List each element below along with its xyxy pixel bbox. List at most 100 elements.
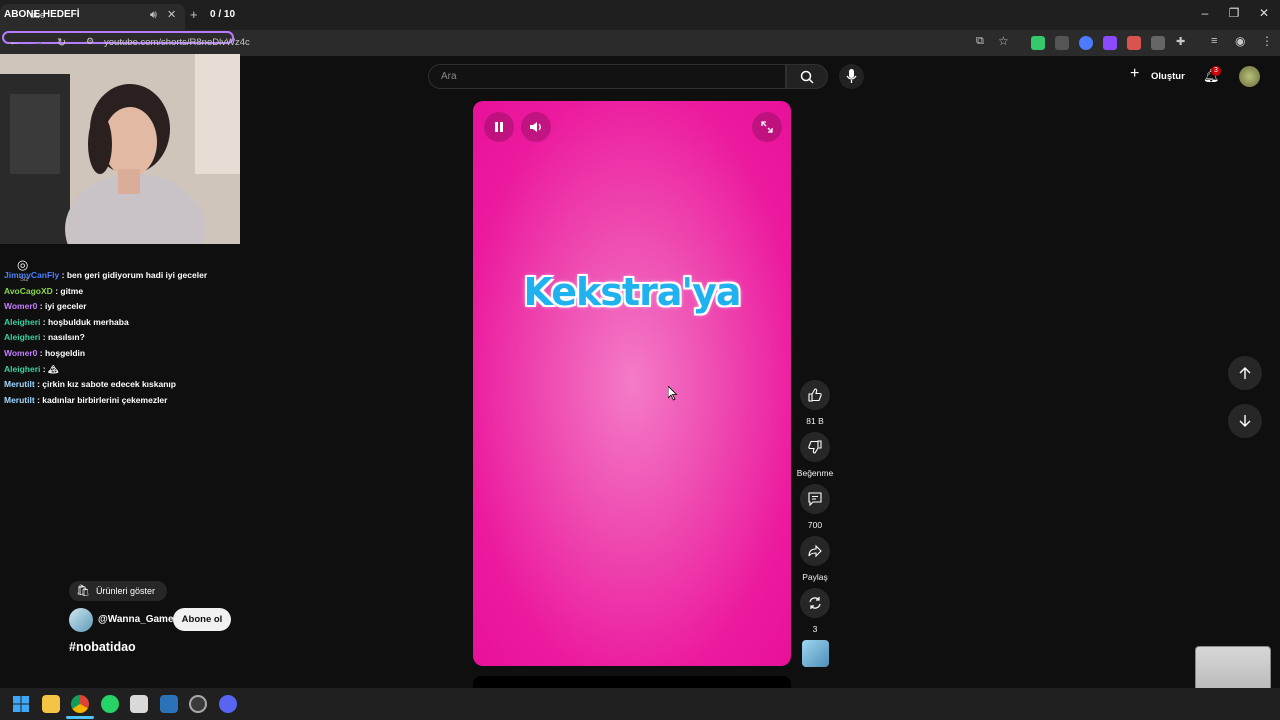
remix-count: 3 bbox=[812, 624, 818, 634]
chat-text: : kadınlar birbirlerini çekemezler bbox=[37, 395, 168, 405]
create-button[interactable]: + Oluştur bbox=[1130, 65, 1186, 87]
chat-text: : 🏔 bbox=[42, 364, 59, 374]
volume-button[interactable] bbox=[521, 112, 551, 142]
url-text[interactable]: youtube.com/shorts/R8neDlvWz4c bbox=[104, 37, 250, 48]
chat-username: Womer0 bbox=[4, 348, 38, 358]
minimize-button[interactable]: – bbox=[1190, 6, 1220, 20]
chat-message: Aleigheri : 🏔 bbox=[4, 364, 59, 375]
volume-icon bbox=[530, 122, 541, 132]
subscribe-button[interactable]: Abone ol bbox=[173, 608, 231, 631]
fullscreen-button[interactable] bbox=[752, 112, 782, 142]
bookmark-star-icon[interactable]: ☆ bbox=[998, 34, 1009, 48]
obs-icon[interactable] bbox=[189, 695, 207, 713]
pause-button[interactable] bbox=[484, 112, 514, 142]
chat-message: Merutilt : çirkin kız sabote edecek kısk… bbox=[4, 379, 176, 389]
remix-button[interactable] bbox=[800, 588, 830, 618]
chat-username: Womer0 bbox=[4, 301, 38, 311]
chat-text: : ben geri gidiyorum hadi iyi geceler bbox=[61, 270, 208, 280]
tab-audio-icon[interactable]: 🔊︎ bbox=[150, 9, 157, 22]
like-button[interactable] bbox=[800, 380, 830, 410]
profile-icon[interactable]: ◉ bbox=[1235, 34, 1245, 48]
extension-2-icon[interactable] bbox=[1055, 36, 1069, 50]
comment-icon bbox=[808, 492, 822, 506]
extensions-puzzle-icon[interactable]: ✚ bbox=[1176, 35, 1185, 48]
chat-message: Aleigheri : hoşbulduk merhaba bbox=[4, 317, 129, 327]
extension-3-icon[interactable] bbox=[1079, 36, 1093, 50]
expand-icon bbox=[761, 121, 773, 133]
subscriber-goal-count: 0 / 10 bbox=[210, 9, 236, 20]
shorts-video-player[interactable]: Kekstra'ya bbox=[473, 101, 791, 666]
subscriber-goal-label: ABONE HEDEFİ bbox=[4, 9, 80, 20]
chat-message: Merutilt : kadınlar birbirlerini çekemez… bbox=[4, 395, 167, 405]
chat-username: Merutilt bbox=[4, 379, 35, 389]
forward-icon[interactable]: → bbox=[33, 36, 44, 48]
show-products-button[interactable]: 🛍︎ Ürünleri göster bbox=[69, 581, 167, 601]
extension-1-icon[interactable] bbox=[1031, 36, 1045, 50]
chat-message: Aleigheri : nasılsın? bbox=[4, 332, 85, 342]
chat-username: Aleigheri bbox=[4, 364, 41, 374]
share-button[interactable] bbox=[800, 536, 830, 566]
search-button[interactable] bbox=[786, 64, 828, 89]
chat-text: : iyi geceler bbox=[39, 301, 87, 311]
video-caption-text: Kekstra'ya bbox=[523, 270, 741, 314]
sound-thumbnail[interactable] bbox=[802, 640, 829, 667]
extension-6-icon[interactable] bbox=[1151, 36, 1165, 50]
chat-message: Womer0 : iyi geceler bbox=[4, 301, 87, 311]
chrome-icon[interactable] bbox=[71, 695, 89, 713]
search-icon bbox=[800, 70, 814, 84]
channel-avatar[interactable] bbox=[69, 608, 93, 632]
shopping-bag-icon: 🛍︎ bbox=[76, 585, 90, 597]
chat-text: : çirkin kız sabote edecek kıskanıp bbox=[37, 379, 176, 389]
back-icon[interactable]: ← bbox=[9, 36, 20, 48]
maximize-button[interactable]: ❐ bbox=[1219, 6, 1249, 20]
dislike-label: Beğenme bbox=[796, 468, 834, 478]
install-app-icon[interactable]: ⧉ bbox=[976, 35, 984, 48]
windows-start-icon[interactable] bbox=[12, 695, 30, 713]
thumbs-up-icon bbox=[808, 388, 822, 402]
create-label: Oluştur bbox=[1151, 71, 1185, 82]
notification-badge: 3 bbox=[1211, 66, 1221, 76]
photos-icon[interactable] bbox=[160, 695, 178, 713]
chat-username: Merutilt bbox=[4, 395, 35, 405]
remix-icon bbox=[809, 597, 821, 609]
chat-message: JimmyCanFly : ben geri gidiyorum hadi iy… bbox=[4, 270, 207, 280]
chat-text: : hoşgeldin bbox=[39, 348, 86, 358]
share-label: Paylaş bbox=[802, 572, 828, 582]
file-explorer-icon[interactable] bbox=[42, 695, 60, 713]
share-icon bbox=[808, 544, 822, 558]
hashtag-link[interactable]: #nobatidao bbox=[69, 640, 136, 654]
arrow-up-icon bbox=[1239, 367, 1251, 379]
whatsapp-icon[interactable] bbox=[101, 695, 119, 713]
chat-text: : nasılsın? bbox=[42, 332, 85, 342]
voice-search-button[interactable] bbox=[839, 64, 864, 89]
previous-short-button[interactable] bbox=[1228, 356, 1262, 390]
chat-username: Aleigheri bbox=[4, 332, 41, 342]
chat-message: AvoCagoXD : gitme bbox=[4, 286, 83, 296]
extension-5-icon[interactable] bbox=[1127, 36, 1141, 50]
search-box[interactable]: Ara bbox=[428, 64, 786, 89]
streamer-webcam-image bbox=[0, 54, 240, 244]
tab-close-icon[interactable]: ✕ bbox=[167, 8, 176, 21]
account-avatar[interactable] bbox=[1239, 66, 1260, 87]
reading-list-icon[interactable]: ≡ bbox=[1211, 35, 1217, 47]
browser-menu-icon[interactable]: ⋮ bbox=[1261, 34, 1273, 48]
arrow-down-icon bbox=[1239, 415, 1251, 427]
mouse-cursor-icon bbox=[668, 386, 678, 401]
next-short-button[interactable] bbox=[1228, 404, 1262, 438]
new-tab-icon[interactable]: + bbox=[190, 7, 198, 22]
extension-4-icon[interactable] bbox=[1103, 36, 1117, 50]
dislike-button[interactable] bbox=[800, 432, 830, 462]
search-placeholder: Ara bbox=[441, 71, 457, 82]
comments-button[interactable] bbox=[800, 484, 830, 514]
discord-icon[interactable] bbox=[219, 695, 237, 713]
site-info-icon[interactable]: ⚙ bbox=[86, 36, 94, 47]
app-icon[interactable] bbox=[130, 695, 148, 713]
chat-message: Womer0 : hoşgeldin bbox=[4, 348, 85, 358]
thumbs-down-icon bbox=[808, 440, 822, 454]
reload-icon[interactable]: ↻ bbox=[57, 36, 66, 49]
notifications-button[interactable]: 🔔︎ 3 bbox=[1202, 66, 1221, 86]
comment-count: 700 bbox=[807, 520, 823, 530]
channel-name[interactable]: @Wanna_Gamer bbox=[98, 614, 177, 625]
close-window-button[interactable]: ✕ bbox=[1249, 6, 1279, 20]
microphone-icon bbox=[846, 69, 857, 83]
